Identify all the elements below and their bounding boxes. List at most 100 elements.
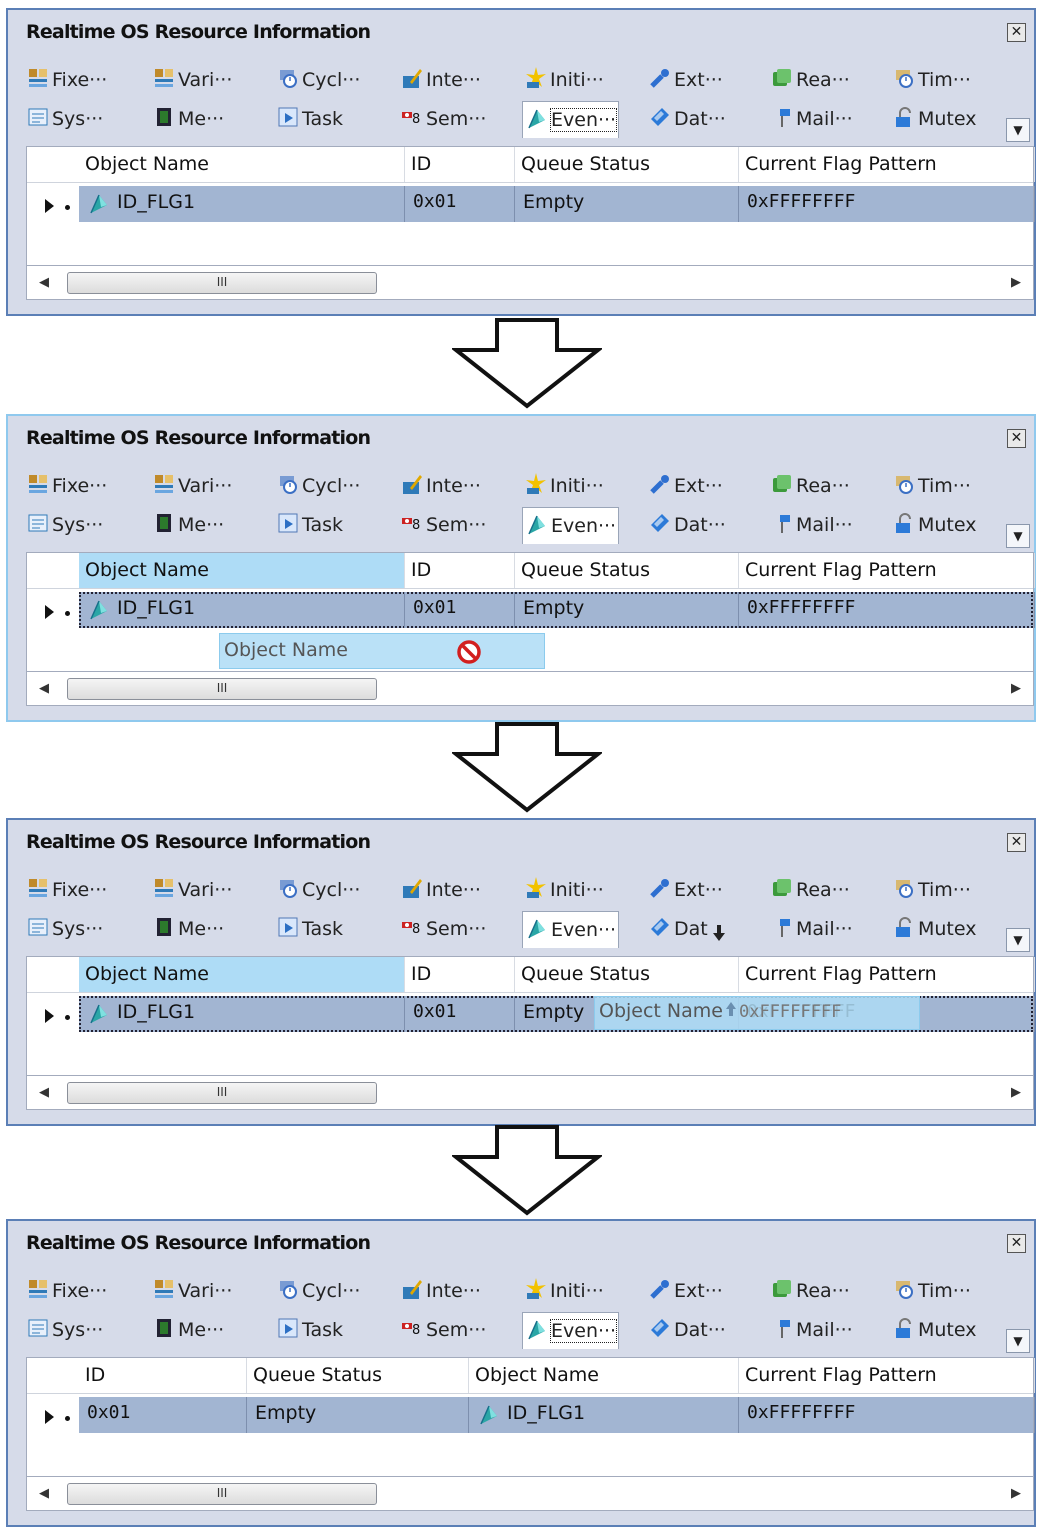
tab-system[interactable]: Sys··· bbox=[24, 104, 105, 134]
tab-mailbox[interactable]: Mail··· bbox=[768, 1315, 855, 1345]
scroll-right-icon[interactable]: ▶ bbox=[1011, 275, 1021, 290]
column-header-object-name[interactable]: Object Name bbox=[469, 1358, 739, 1393]
tab-dataqueue[interactable]: Dat bbox=[646, 914, 728, 944]
tab-interrupt[interactable]: Inte··· bbox=[398, 471, 483, 501]
column-header-current-flag-pattern[interactable]: Current Flag Pattern bbox=[739, 147, 1035, 182]
tab-system[interactable]: Sys··· bbox=[24, 510, 105, 540]
chevron-down-icon[interactable]: ▼ bbox=[1006, 118, 1030, 142]
tab-semaphore[interactable]: 8 Sem··· bbox=[398, 914, 488, 944]
tab-timer[interactable]: Tim··· bbox=[890, 65, 973, 95]
close-icon[interactable]: ✕ bbox=[1007, 833, 1026, 852]
tab-extended[interactable]: Ext··· bbox=[646, 471, 725, 501]
tab-eventflag[interactable]: Even··· bbox=[522, 507, 620, 544]
tab-cyclic-handler[interactable]: Cycl··· bbox=[274, 875, 362, 905]
scrollbar-thumb[interactable]: III bbox=[67, 1483, 377, 1505]
column-header-current-flag-pattern[interactable]: Current Flag Pattern bbox=[739, 957, 1035, 992]
tab-ready-queue[interactable]: Rea··· bbox=[768, 875, 852, 905]
column-header-id[interactable]: ID bbox=[405, 147, 515, 182]
column-header-id[interactable]: ID bbox=[405, 553, 515, 588]
column-header-current-flag-pattern[interactable]: Current Flag Pattern bbox=[739, 1358, 1035, 1393]
tab-ready-queue[interactable]: Rea··· bbox=[768, 471, 852, 501]
tab-timer[interactable]: Tim··· bbox=[890, 471, 973, 501]
column-header-object-name[interactable]: Object Name bbox=[79, 147, 405, 182]
tab-cyclic-handler[interactable]: Cycl··· bbox=[274, 65, 362, 95]
tab-memory[interactable]: Me··· bbox=[150, 914, 226, 944]
tab-ready-queue[interactable]: Rea··· bbox=[768, 1276, 852, 1306]
tab-interrupt[interactable]: Inte··· bbox=[398, 1276, 483, 1306]
column-header-queue-status[interactable]: Queue Status bbox=[247, 1358, 469, 1393]
scroll-right-icon[interactable]: ▶ bbox=[1011, 1085, 1021, 1100]
scroll-left-icon[interactable]: ◀ bbox=[39, 1085, 49, 1100]
tab-init-routine[interactable]: Initi··· bbox=[522, 471, 606, 501]
tab-variable-memory[interactable]: Vari··· bbox=[150, 65, 234, 95]
tab-extended[interactable]: Ext··· bbox=[646, 1276, 725, 1306]
tab-eventflag[interactable]: Even··· bbox=[522, 101, 620, 138]
tab-memory[interactable]: Me··· bbox=[150, 104, 226, 134]
column-header-object-name[interactable]: Object Name bbox=[79, 553, 405, 588]
column-header-id[interactable]: ID bbox=[79, 1358, 247, 1393]
tab-eventflag[interactable]: Even··· bbox=[522, 1312, 620, 1349]
close-icon[interactable]: ✕ bbox=[1007, 1234, 1026, 1253]
tab-memory[interactable]: Me··· bbox=[150, 510, 226, 540]
scrollbar-thumb[interactable]: III bbox=[67, 678, 377, 700]
tab-ready-queue[interactable]: Rea··· bbox=[768, 65, 852, 95]
tab-interrupt[interactable]: Inte··· bbox=[398, 875, 483, 905]
chevron-down-icon[interactable]: ▼ bbox=[1006, 1329, 1030, 1353]
scroll-right-icon[interactable]: ▶ bbox=[1011, 681, 1021, 696]
tab-variable-memory[interactable]: Vari··· bbox=[150, 875, 234, 905]
column-header-object-name[interactable]: Object Name bbox=[79, 957, 405, 992]
table-row[interactable]: 0x01 Empty ID_FLG1 0xFFFFFFFF bbox=[79, 1397, 1035, 1433]
scroll-left-icon[interactable]: ◀ bbox=[39, 275, 49, 290]
tab-mutex[interactable]: Mutex bbox=[890, 914, 978, 944]
tab-init-routine[interactable]: Initi··· bbox=[522, 875, 606, 905]
tab-mutex[interactable]: Mutex bbox=[890, 1315, 978, 1345]
close-icon[interactable]: ✕ bbox=[1007, 23, 1026, 42]
chevron-down-icon[interactable]: ▼ bbox=[1006, 524, 1030, 548]
tab-extended[interactable]: Ext··· bbox=[646, 875, 725, 905]
tab-memory[interactable]: Me··· bbox=[150, 1315, 226, 1345]
tab-fixed-memory[interactable]: Fixe··· bbox=[24, 1276, 109, 1306]
tab-task[interactable]: Task bbox=[274, 914, 345, 944]
table-row[interactable]: ID_FLG1 0x01 Empty 0xFFFFFFFF bbox=[79, 186, 1035, 222]
tab-task[interactable]: Task bbox=[274, 104, 345, 134]
tab-init-routine[interactable]: Initi··· bbox=[522, 1276, 606, 1306]
column-header-queue-status[interactable]: Queue Status bbox=[515, 147, 739, 182]
table-row[interactable]: ID_FLG1 0x01 Empty 0xFFFFFFFF bbox=[79, 592, 1035, 628]
tab-interrupt[interactable]: Inte··· bbox=[398, 65, 483, 95]
tab-dataqueue[interactable]: Dat··· bbox=[646, 510, 728, 540]
column-header-queue-status[interactable]: Queue Status bbox=[515, 553, 739, 588]
close-icon[interactable]: ✕ bbox=[1007, 429, 1026, 448]
scroll-left-icon[interactable]: ◀ bbox=[39, 1486, 49, 1501]
horizontal-scrollbar[interactable]: ◀ III ▶ bbox=[26, 672, 1034, 706]
tab-semaphore[interactable]: 8 Sem··· bbox=[398, 1315, 488, 1345]
tab-system[interactable]: Sys··· bbox=[24, 1315, 105, 1345]
tab-mailbox[interactable]: Mail··· bbox=[768, 510, 855, 540]
tab-init-routine[interactable]: Initi··· bbox=[522, 65, 606, 95]
tab-task[interactable]: Task bbox=[274, 1315, 345, 1345]
column-header-queue-status[interactable]: Queue Status bbox=[515, 957, 739, 992]
scrollbar-thumb[interactable]: III bbox=[67, 1082, 377, 1104]
scroll-left-icon[interactable]: ◀ bbox=[39, 681, 49, 696]
tab-mailbox[interactable]: Mail··· bbox=[768, 104, 855, 134]
tab-mailbox[interactable]: Mail··· bbox=[768, 914, 855, 944]
tab-semaphore[interactable]: 8 Sem··· bbox=[398, 510, 488, 540]
scroll-right-icon[interactable]: ▶ bbox=[1011, 1486, 1021, 1501]
tab-semaphore[interactable]: 8 Sem··· bbox=[398, 104, 488, 134]
tab-timer[interactable]: Tim··· bbox=[890, 875, 973, 905]
tab-variable-memory[interactable]: Vari··· bbox=[150, 1276, 234, 1306]
tab-mutex[interactable]: Mutex bbox=[890, 510, 978, 540]
chevron-down-icon[interactable]: ▼ bbox=[1006, 928, 1030, 952]
tab-dataqueue[interactable]: Dat··· bbox=[646, 104, 728, 134]
tab-cyclic-handler[interactable]: Cycl··· bbox=[274, 471, 362, 501]
horizontal-scrollbar[interactable]: ◀ III ▶ bbox=[26, 266, 1034, 300]
tab-timer[interactable]: Tim··· bbox=[890, 1276, 973, 1306]
tab-dataqueue[interactable]: Dat··· bbox=[646, 1315, 728, 1345]
tab-eventflag[interactable]: Even··· bbox=[522, 911, 620, 948]
tab-fixed-memory[interactable]: Fixe··· bbox=[24, 471, 109, 501]
tab-system[interactable]: Sys··· bbox=[24, 914, 105, 944]
tab-extended[interactable]: Ext··· bbox=[646, 65, 725, 95]
horizontal-scrollbar[interactable]: ◀ III ▶ bbox=[26, 1477, 1034, 1511]
tab-mutex[interactable]: Mutex bbox=[890, 104, 978, 134]
tab-task[interactable]: Task bbox=[274, 510, 345, 540]
tab-fixed-memory[interactable]: Fixe··· bbox=[24, 65, 109, 95]
